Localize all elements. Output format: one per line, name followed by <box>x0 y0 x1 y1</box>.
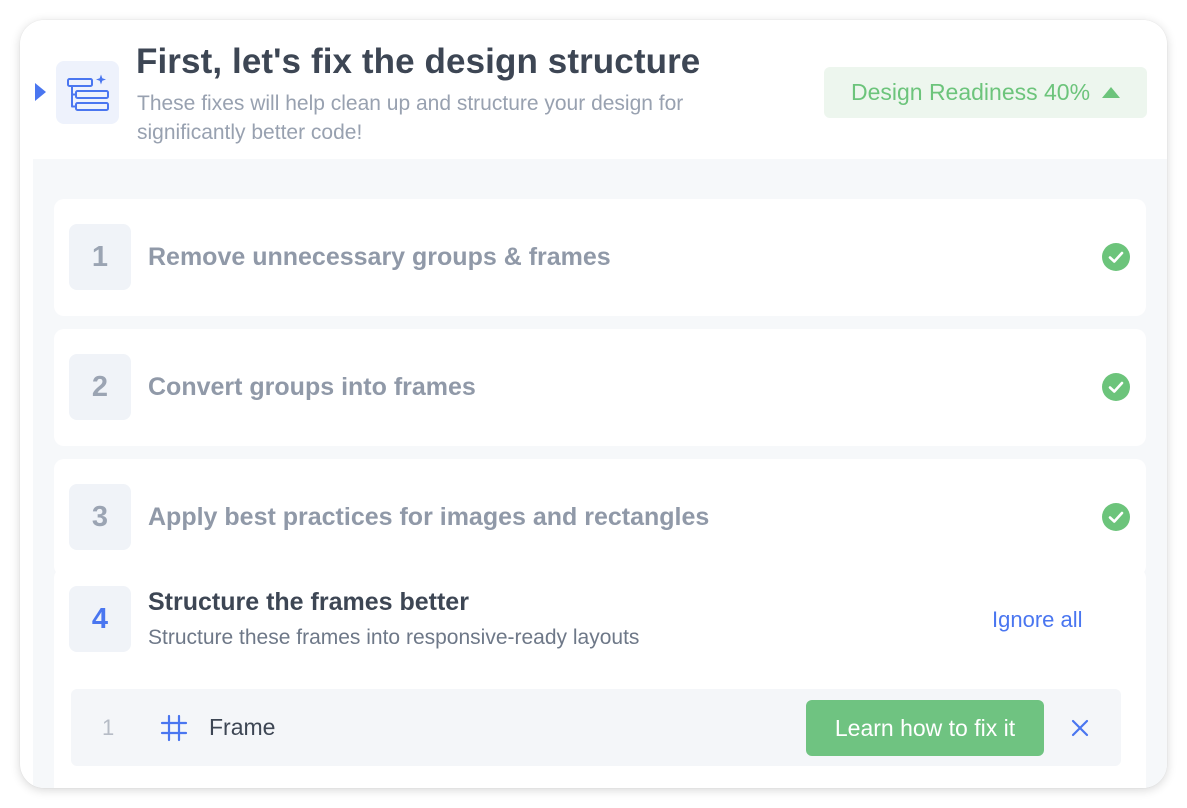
step-item[interactable]: 1 Remove unnecessary groups & frames <box>54 199 1146 316</box>
step-label: Remove unnecessary groups & frames <box>148 243 611 271</box>
step-number: 3 <box>69 484 131 550</box>
steps-list: 1 Remove unnecessary groups & frames 2 C… <box>33 159 1167 788</box>
step-title: Structure the frames better <box>148 588 469 616</box>
ignore-all-link[interactable]: Ignore all <box>992 607 1083 633</box>
layers-sparkle-icon <box>56 61 119 124</box>
panel-header: First, let's fix the design structure Th… <box>20 20 1167 159</box>
design-readiness-label: Design Readiness 40% <box>850 79 1091 105</box>
step-number: 1 <box>69 224 131 290</box>
learn-how-to-fix-button[interactable]: Learn how to fix it <box>806 700 1044 756</box>
page-subtitle: These fixes will help clean up and struc… <box>137 92 684 144</box>
issue-row[interactable]: 1 Frame Learn how to fix it <box>71 689 1121 766</box>
issue-index: 1 <box>102 715 115 740</box>
step-item[interactable]: 2 Convert groups into frames <box>54 329 1146 446</box>
check-circle-icon <box>1102 373 1130 401</box>
hash-frame-icon <box>160 714 188 742</box>
check-circle-icon <box>1102 243 1130 271</box>
triangle-up-icon <box>1102 87 1121 98</box>
step-label: Apply best practices for images and rect… <box>148 503 710 531</box>
step-label: Convert groups into frames <box>148 373 476 401</box>
design-structure-panel: First, let's fix the design structure Th… <box>20 20 1167 788</box>
issue-label[interactable]: Frame <box>209 714 275 741</box>
step-subtitle: Structure these frames into responsive-r… <box>148 626 640 649</box>
check-circle-icon <box>1102 503 1130 531</box>
step-number: 4 <box>69 586 131 652</box>
design-readiness-badge[interactable]: Design Readiness 40% <box>824 67 1147 118</box>
step-number: 2 <box>69 354 131 420</box>
close-icon[interactable] <box>1070 718 1090 738</box>
caret-right-icon[interactable] <box>35 83 46 101</box>
active-step: 4 Structure the frames better Structure … <box>54 568 1146 788</box>
page-title: First, let's fix the design structure <box>136 42 701 81</box>
step-item[interactable]: 3 Apply best practices for images and re… <box>54 459 1146 576</box>
